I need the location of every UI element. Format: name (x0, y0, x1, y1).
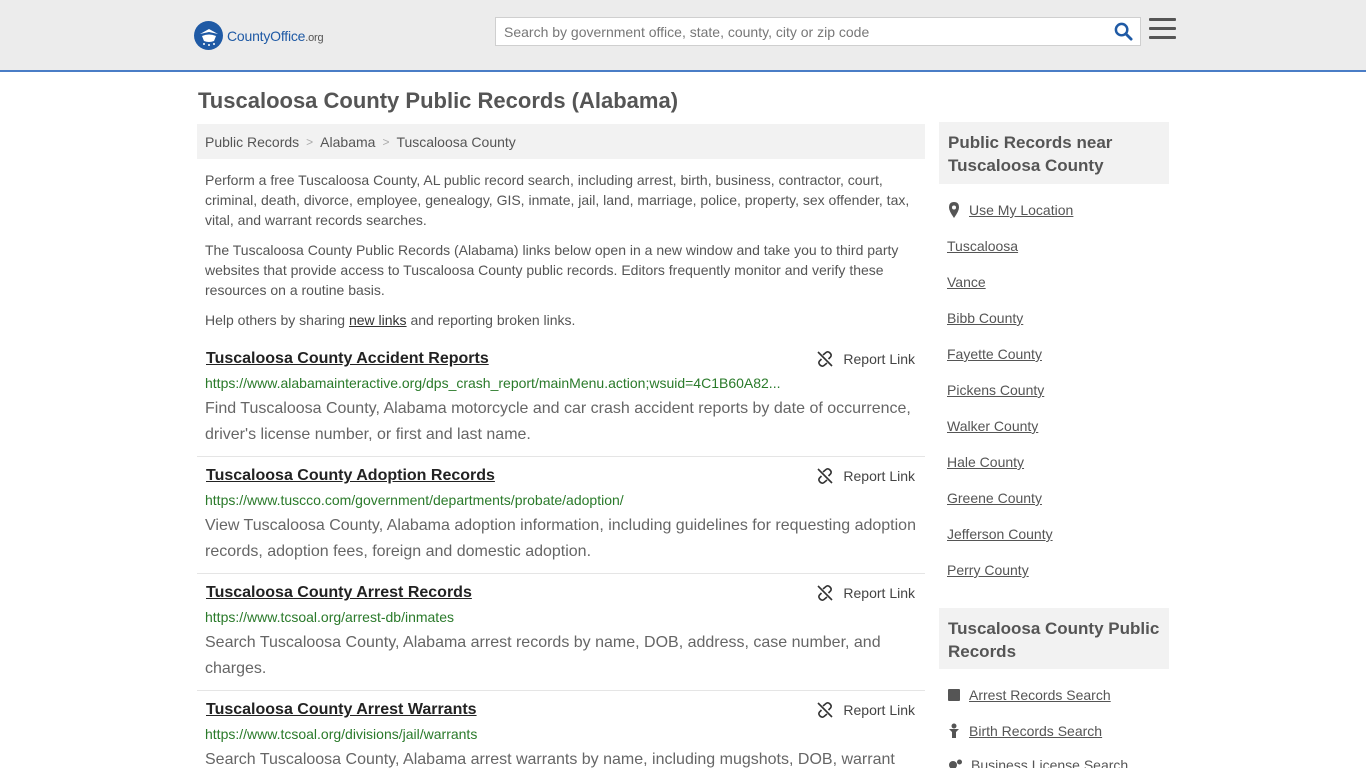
disclaimer-paragraph: The Tuscaloosa County Public Records (Al… (205, 242, 899, 298)
birth-records-search-link[interactable]: Birth Records Search (947, 723, 1102, 739)
record-title-link[interactable]: Tuscaloosa County Arrest Records (206, 584, 472, 602)
site-logo[interactable]: CountyOffice.org (194, 21, 324, 50)
report-link-button[interactable]: Report Link (817, 468, 915, 484)
baby-icon (949, 723, 959, 738)
search-input[interactable] (496, 18, 1106, 45)
record-title-link[interactable]: Tuscaloosa County Arrest Warrants (206, 701, 477, 719)
hamburger-menu-icon[interactable] (1149, 18, 1176, 43)
broken-link-icon (817, 585, 833, 601)
sidebar-records-heading: Tuscaloosa County Public Records (939, 608, 1169, 669)
record-item: Tuscaloosa County Accident Reports Repor… (197, 350, 925, 457)
report-link-button[interactable]: Report Link (817, 702, 915, 718)
arrest-records-search-link[interactable]: Arrest Records Search (947, 687, 1111, 703)
record-url: https://www.tcsoal.org/divisions/jail/wa… (205, 726, 478, 742)
search-bar (495, 17, 1141, 46)
sidebar-nearby-link[interactable]: Perry County (947, 562, 1029, 578)
record-title-link[interactable]: Tuscaloosa County Accident Reports (206, 350, 489, 368)
arrest-icon (948, 689, 960, 701)
sidebar-nearby-link[interactable]: Greene County (947, 490, 1042, 506)
record-url: https://www.tcsoal.org/arrest-db/inmates (205, 609, 454, 625)
record-url: https://www.tuscco.com/government/depart… (205, 492, 624, 508)
record-item: Tuscaloosa County Adoption Records Repor… (197, 467, 925, 574)
breadcrumb-separator: > (306, 134, 314, 149)
sidebar-nearby-link[interactable]: Fayette County (947, 346, 1042, 362)
broken-link-icon (817, 702, 833, 718)
new-links-link[interactable]: new links (349, 312, 407, 328)
sidebar-nearby-link[interactable]: Walker County (947, 418, 1038, 434)
sidebar-nearby-link[interactable]: Vance (947, 274, 986, 290)
record-item: Tuscaloosa County Arrest Warrants Report… (197, 701, 925, 768)
logo-wordmark: CountyOffice.org (227, 27, 324, 44)
record-url: https://www.alabamainteractive.org/dps_c… (205, 375, 781, 391)
sidebar-nearby-link[interactable]: Pickens County (947, 382, 1044, 398)
breadcrumb-tuscaloosa-county[interactable]: Tuscaloosa County (396, 134, 515, 150)
report-link-button[interactable]: Report Link (817, 351, 915, 367)
sidebar-nearby-link[interactable]: Tuscaloosa (947, 238, 1018, 254)
record-title-link[interactable]: Tuscaloosa County Adoption Records (206, 467, 495, 485)
sidebar-nearby-link[interactable]: Jefferson County (947, 526, 1053, 542)
sidebar-nearby-heading: Public Records near Tuscaloosa County (939, 122, 1169, 184)
search-button[interactable] (1106, 18, 1140, 45)
share-paragraph: Help others by sharing new links and rep… (205, 312, 576, 328)
sidebar-nearby-link[interactable]: Hale County (947, 454, 1024, 470)
logo-seal-icon (194, 21, 223, 50)
breadcrumb: Public Records > Alabama > Tuscaloosa Co… (197, 124, 925, 159)
search-icon (1114, 22, 1133, 41)
use-my-location-link[interactable]: Use My Location (947, 202, 1073, 218)
gears-icon (949, 759, 962, 768)
record-description: Find Tuscaloosa County, Alabama motorcyc… (205, 400, 911, 443)
business-license-search-link[interactable]: Business License Search (947, 757, 1128, 768)
record-item: Tuscaloosa County Arrest Records Report … (197, 584, 925, 691)
intro-paragraph: Perform a free Tuscaloosa County, AL pub… (205, 172, 910, 228)
record-description: Search Tuscaloosa County, Alabama arrest… (205, 634, 881, 677)
site-header: CountyOffice.org (0, 0, 1366, 72)
record-description: Search Tuscaloosa County, Alabama arrest… (205, 751, 895, 768)
page-title: Tuscaloosa County Public Records (Alabam… (198, 88, 679, 113)
breadcrumb-public-records[interactable]: Public Records (205, 134, 299, 150)
broken-link-icon (817, 351, 833, 367)
record-description: View Tuscaloosa County, Alabama adoption… (205, 517, 916, 560)
broken-link-icon (817, 468, 833, 484)
breadcrumb-alabama[interactable]: Alabama (320, 134, 375, 150)
breadcrumb-separator: > (382, 134, 390, 149)
report-link-button[interactable]: Report Link (817, 585, 915, 601)
sidebar-nearby-link[interactable]: Bibb County (947, 310, 1023, 326)
map-pin-icon (949, 202, 959, 218)
